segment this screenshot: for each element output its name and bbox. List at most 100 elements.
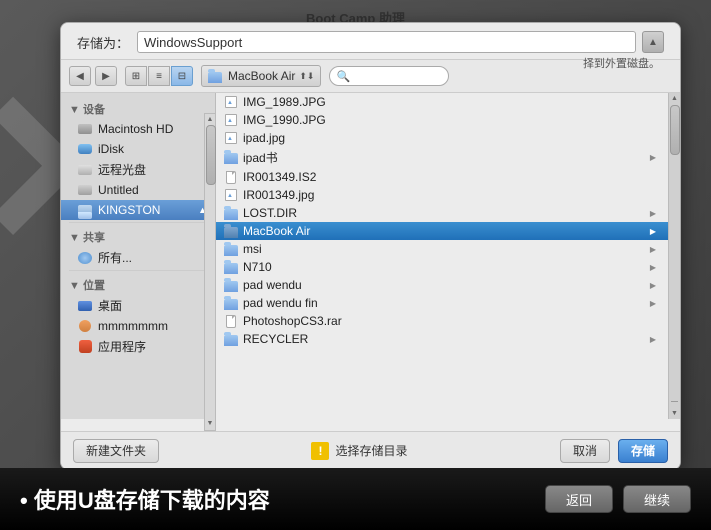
- file-item[interactable]: pad wendu fin ▶: [216, 294, 670, 312]
- scroll-mid-btn[interactable]: —: [671, 398, 678, 405]
- file-item[interactable]: N710 ▶: [216, 258, 670, 276]
- sidebar-item-macintosh-hd[interactable]: Macintosh HD: [61, 119, 215, 139]
- sidebar-item-all[interactable]: 所有...: [61, 247, 215, 268]
- view-icon-btn[interactable]: ⊞: [125, 66, 147, 86]
- kingston-label: KINGSTON: [98, 203, 160, 217]
- arrow-icon: ▶: [650, 209, 656, 218]
- search-box[interactable]: 🔍: [329, 66, 449, 86]
- desktop-label: 桌面: [98, 297, 122, 314]
- file-type-icon: [224, 278, 238, 292]
- file-item[interactable]: IMG_1989.JPG: [216, 93, 670, 111]
- arrow-icon: ▶: [650, 281, 656, 290]
- sidebar-scrollbar[interactable]: ▲ ▼: [204, 113, 216, 431]
- cancel-button[interactable]: 取消: [560, 439, 610, 463]
- back-nav-button[interactable]: 返回: [545, 485, 613, 513]
- user-icon: [77, 318, 93, 334]
- file-item[interactable]: pad wendu ▶: [216, 276, 670, 294]
- sidebar-section-shared: ▼ 共享: [61, 225, 215, 247]
- file-name: MacBook Air: [243, 224, 310, 238]
- idisk-icon: [77, 141, 93, 157]
- save-as-row: 存储为： ▲ 择到外置磁盘。: [61, 23, 680, 60]
- sidebar-item-remote-disk[interactable]: 远程光盘: [61, 159, 215, 180]
- file-name: ipad.jpg: [243, 131, 285, 145]
- file-item[interactable]: ipad书 ▶: [216, 147, 670, 168]
- scroll-thumb: [206, 125, 216, 185]
- file-type-icon: [224, 188, 238, 202]
- sidebar-item-untitled[interactable]: Untitled: [61, 180, 215, 200]
- file-name: ipad书: [243, 149, 278, 166]
- divider-1: [69, 222, 207, 223]
- file-name: LOST.DIR: [243, 206, 297, 220]
- sidebar-section-devices: ▼ 设备: [61, 97, 215, 119]
- view-buttons: ⊞ ≡ ⊟: [125, 66, 193, 86]
- remote-disk-label: 远程光盘: [98, 161, 146, 178]
- back-button[interactable]: ◀: [69, 66, 91, 86]
- save-button[interactable]: 存储: [618, 439, 668, 463]
- continue-nav-button[interactable]: 继续: [623, 485, 691, 513]
- save-as-label: 存储为：: [77, 33, 129, 52]
- sidebar-item-desktop[interactable]: 桌面: [61, 295, 215, 316]
- scroll-down-btn[interactable]: ▼: [671, 410, 678, 417]
- view-list-btn[interactable]: ≡: [148, 66, 170, 86]
- desktop-icon: [77, 298, 93, 314]
- scroll-handle: [670, 105, 680, 155]
- file-item[interactable]: LOST.DIR ▶: [216, 204, 670, 222]
- new-folder-button[interactable]: 新建文件夹: [73, 439, 159, 463]
- scroll-down-arrow[interactable]: ▼: [205, 418, 215, 428]
- file-type-icon: [224, 95, 238, 109]
- arrow-icon: ▶: [650, 153, 656, 162]
- file-item[interactable]: msi ▶: [216, 240, 670, 258]
- sidebar-item-mmmmmmm[interactable]: mmmmmmm: [61, 316, 215, 336]
- location-dropdown[interactable]: MacBook Air ⬆⬇: [201, 65, 321, 87]
- file-type-icon: [224, 113, 238, 127]
- instruction-bar: • 使用U盘存储下载的内容 返回 继续: [0, 468, 711, 530]
- sidebar-item-kingston[interactable]: KINGSTON ▲: [61, 200, 215, 220]
- hd-icon: [77, 121, 93, 137]
- kingston-icon: [77, 202, 93, 218]
- file-type-icon: [224, 224, 238, 238]
- file-list: IMG_1989.JPG IMG_1990.JPG ipad.jpg ipad书…: [216, 93, 670, 419]
- arrow-icon: ▶: [650, 335, 656, 344]
- file-name: RECYCLER: [243, 332, 308, 346]
- sidebar-item-idisk[interactable]: iDisk: [61, 139, 215, 159]
- file-type-icon: [224, 332, 238, 346]
- file-type-icon: [224, 296, 238, 310]
- all-icon: [77, 250, 93, 266]
- file-name: IMG_1989.JPG: [243, 95, 326, 109]
- divider-2: [69, 270, 207, 271]
- file-item[interactable]: ipad.jpg: [216, 129, 670, 147]
- file-type-icon: [224, 170, 238, 184]
- file-name: N710: [243, 260, 272, 274]
- status-area: ! 选择存储目录: [167, 442, 552, 460]
- expand-button[interactable]: ▲: [642, 31, 664, 53]
- forward-button[interactable]: ▶: [95, 66, 117, 86]
- untitled-label: Untitled: [98, 183, 139, 197]
- file-item[interactable]: PhotoshopCS3.rar: [216, 312, 670, 330]
- file-type-icon: [224, 242, 238, 256]
- apps-icon: [77, 339, 93, 355]
- view-column-btn[interactable]: ⊟: [171, 66, 193, 86]
- file-item[interactable]: RECYCLER ▶: [216, 330, 670, 348]
- sidebar-item-apps[interactable]: 应用程序: [61, 336, 215, 357]
- mmmmmmm-label: mmmmmmm: [98, 319, 168, 333]
- file-item[interactable]: IR001349.jpg: [216, 186, 670, 204]
- scroll-up-arrow[interactable]: ▲: [205, 114, 215, 124]
- warning-icon: !: [311, 442, 329, 460]
- file-item[interactable]: IR001349.IS2: [216, 168, 670, 186]
- all-label: 所有...: [98, 249, 132, 266]
- search-input[interactable]: [353, 70, 442, 82]
- dialog-bottom-bar: 新建文件夹 ! 选择存储目录 取消 存储: [61, 431, 680, 469]
- save-as-input[interactable]: [137, 31, 636, 53]
- file-type-icon: [224, 151, 238, 165]
- arrow-icon: ▶: [650, 263, 656, 272]
- file-type-icon: [224, 206, 238, 220]
- dropdown-arrow-icon: ⬆⬇: [299, 71, 314, 82]
- file-item[interactable]: IMG_1990.JPG: [216, 111, 670, 129]
- scroll-up-btn[interactable]: ▲: [671, 93, 678, 104]
- hint-text: 择到外置磁盘。: [583, 55, 660, 71]
- file-type-icon: [224, 314, 238, 328]
- arrow-icon: ▶: [650, 245, 656, 254]
- location-label: MacBook Air: [228, 69, 295, 83]
- file-list-scrollbar[interactable]: ▲ — ▼: [668, 93, 680, 419]
- file-item-macbook-air[interactable]: MacBook Air ▶: [216, 222, 670, 240]
